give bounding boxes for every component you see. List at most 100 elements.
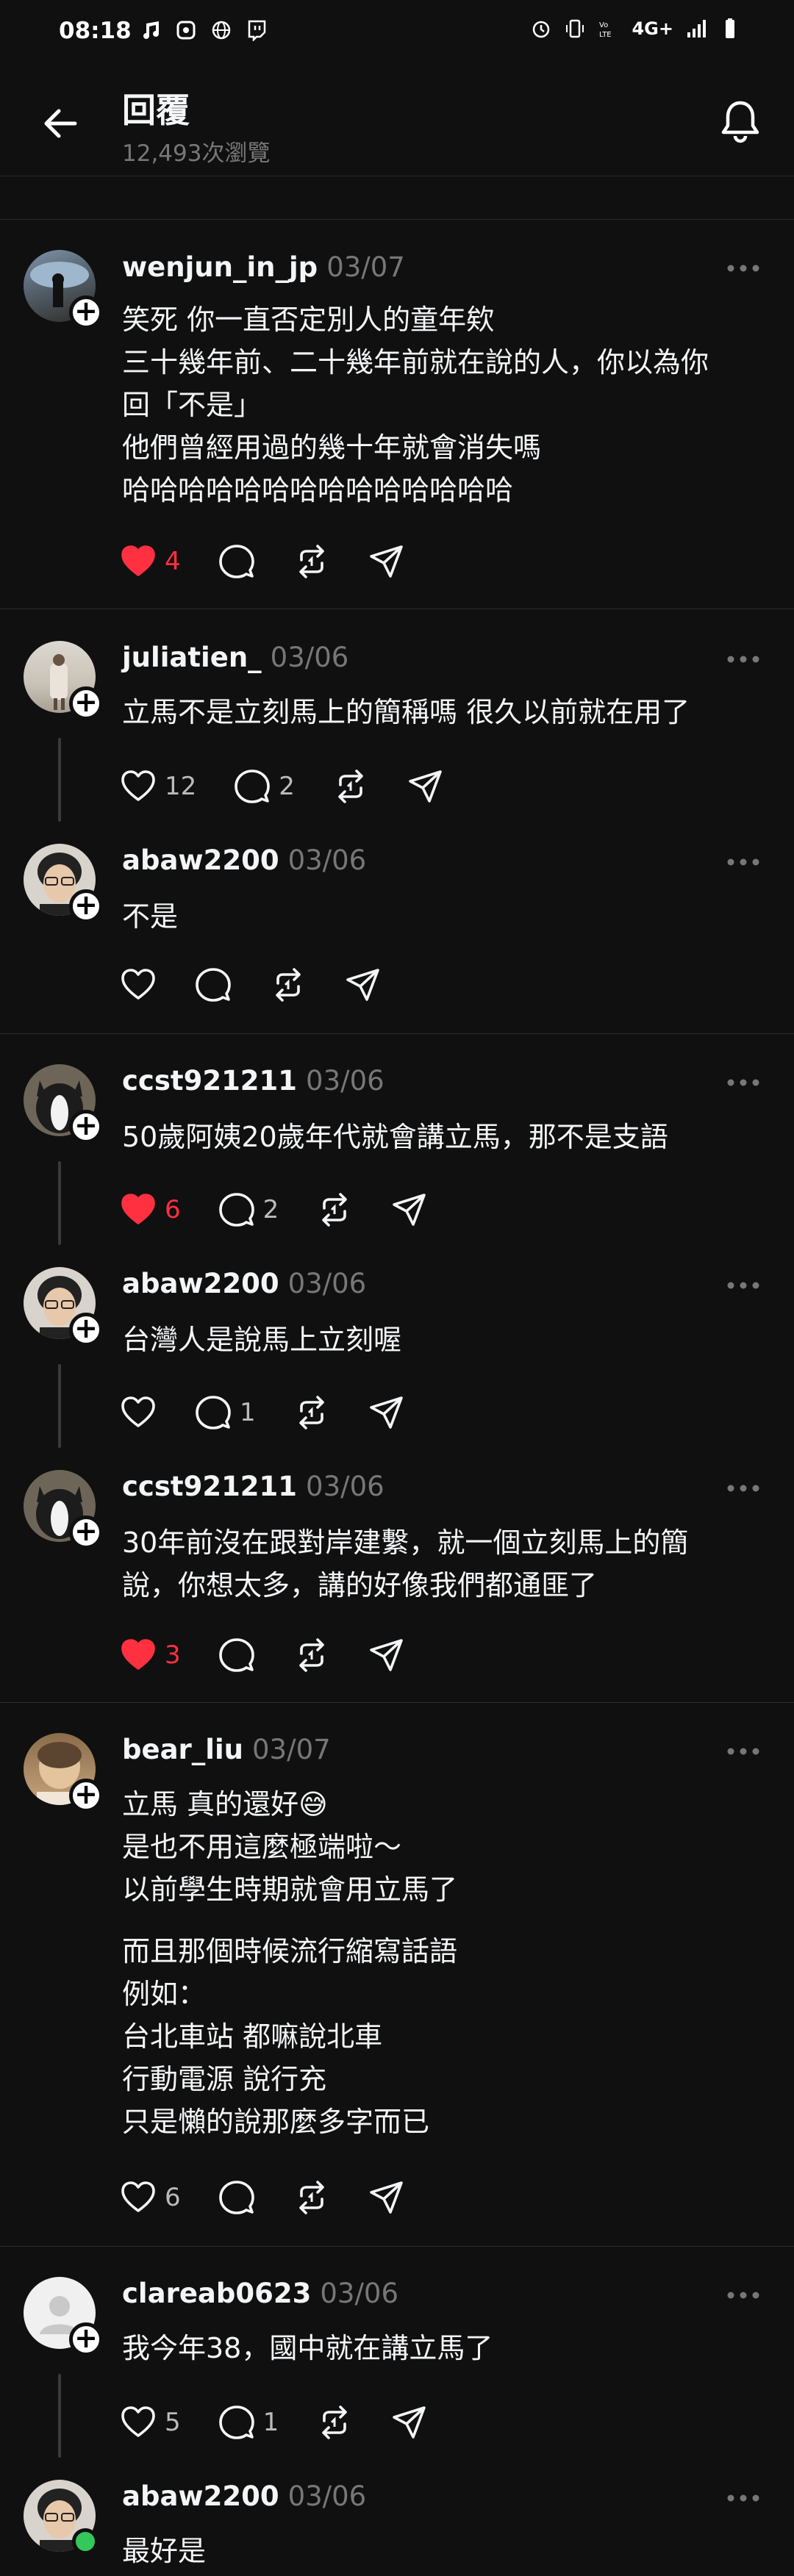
more-options-icon[interactable] [725,2491,762,2505]
more-options-icon[interactable] [725,652,762,667]
like-button[interactable]: 3 [119,1636,181,1674]
share-button[interactable] [368,542,406,581]
post-date: 03/06 [270,642,349,673]
follow-plus-icon[interactable]: + [69,2322,103,2356]
repost-icon [269,966,307,1004]
share-button[interactable] [368,2178,406,2217]
like-count: 4 [165,547,181,576]
more-options-icon[interactable] [725,261,762,276]
repost-button[interactable] [293,542,331,581]
more-options-icon[interactable] [725,1278,762,1293]
follow-plus-icon[interactable]: + [69,1110,103,1144]
repost-button[interactable] [315,2403,354,2442]
post-date: 03/06 [306,1471,385,1502]
share-button[interactable] [368,1393,406,1432]
repost-icon [315,1191,354,1229]
comment-button[interactable]: 1 [194,1393,256,1432]
follow-plus-icon[interactable]: + [69,295,103,329]
follow-plus-icon[interactable]: + [69,686,103,720]
share-button[interactable] [390,1191,429,1229]
post-text: 30年前沒在跟對岸建繫，就一個立刻馬上的簡 說，你想太多，講的好像我們都通匪了 [122,1521,769,1607]
post-author[interactable]: wenjun_in_jp 03/07 [122,251,405,283]
share-icon [368,1636,406,1674]
comment-button[interactable]: 2 [218,1191,279,1229]
post-author[interactable]: juliatien_ 03/06 [122,642,348,673]
post-date: 03/06 [306,1065,385,1097]
text-line: 以前學生時期就會用立馬了 [122,1873,458,1906]
like-button[interactable]: 6 [119,2178,181,2217]
username[interactable]: abaw2200 [122,844,279,876]
twitch-icon [248,20,266,41]
repost-button[interactable] [293,2178,331,2217]
text-line: 哈哈哈哈哈哈哈哈哈哈哈哈哈哈 [122,474,514,506]
post-text: 50歲阿姨20歲年代就會講立馬，那不是支語 [122,1116,769,1158]
back-arrow-icon[interactable] [38,101,82,146]
text-line: 而且那個時候流行縮寫話語 [122,1935,458,1967]
post-author[interactable]: ccst921211 03/06 [122,1471,385,1502]
follow-plus-icon[interactable]: + [69,889,103,923]
text-line: 回「不是」 [122,389,262,421]
more-options-icon[interactable] [725,1744,762,1759]
heart-icon [119,767,157,806]
more-options-icon[interactable] [725,855,762,869]
comment-button[interactable] [194,966,232,1004]
repost-button[interactable] [293,1636,331,1674]
follow-plus-icon[interactable]: + [69,1313,103,1346]
like-button[interactable]: 4 [119,542,181,581]
post-date: 03/06 [287,844,367,876]
text-line: 台北車站 都嘛說北車 [122,2020,383,2053]
more-options-icon[interactable] [725,1075,762,1090]
bell-icon[interactable] [716,97,765,146]
comment-icon [194,1393,232,1432]
username[interactable]: abaw2200 [122,1268,279,1299]
follow-plus-icon[interactable]: + [69,1779,103,1812]
repost-button[interactable] [315,1191,354,1229]
share-button[interactable] [390,2403,429,2442]
post-author[interactable]: bear_liu 03/07 [122,1734,331,1765]
like-button[interactable]: 5 [119,2403,181,2442]
repost-button[interactable] [293,1393,331,1432]
like-button[interactable]: 12 [119,767,196,806]
comment-button[interactable]: 2 [233,767,295,806]
text-line: 三十幾年前、二十幾年前就在說的人，你以為你 [122,346,709,378]
post-author[interactable]: abaw2200 03/06 [122,2480,366,2512]
post-text: 立馬不是立刻馬上的簡稱嗎 很久以前就在用了 [122,691,769,733]
username[interactable]: bear_liu [122,1734,243,1765]
like-count: 3 [165,1640,181,1670]
repost-button[interactable] [332,767,370,806]
post-author[interactable]: clareab0623 03/06 [122,2278,398,2309]
share-icon [368,542,406,581]
text-line: 笑死 你一直否定別人的童年欸 [122,304,495,336]
share-icon [390,2403,429,2442]
post-text: 立馬 真的還好😅 是也不用這麼極端啦～ 以前學生時期就會用立馬了 而且那個時候流… [122,1783,769,2143]
like-button[interactable] [119,1393,157,1432]
share-button[interactable] [368,1636,406,1674]
post-author[interactable]: abaw2200 03/06 [122,1268,366,1299]
share-button[interactable] [407,767,445,806]
divider [0,2246,794,2247]
post-author[interactable]: ccst921211 03/06 [122,1065,385,1097]
comment-button[interactable] [218,1636,256,1674]
thread-line [58,738,61,822]
more-options-icon[interactable] [725,1481,762,1496]
comment-button[interactable]: 1 [218,2403,279,2442]
heart-filled-icon [119,542,157,581]
like-button[interactable]: 6 [119,1191,181,1229]
follow-plus-icon[interactable]: + [69,1515,103,1549]
username[interactable]: abaw2200 [122,2480,279,2512]
like-count: 12 [165,772,197,801]
repost-button[interactable] [269,966,307,1004]
username[interactable]: ccst921211 [122,1471,297,1502]
vibrate-icon [566,19,584,38]
comment-button[interactable] [218,542,256,581]
more-options-icon[interactable] [725,2288,762,2303]
post-author[interactable]: abaw2200 03/06 [122,844,366,876]
username[interactable]: clareab0623 [122,2278,311,2309]
text-line: 行動電源 說行充 [122,2063,327,2095]
like-button[interactable] [119,966,157,1004]
username[interactable]: ccst921211 [122,1065,297,1097]
username[interactable]: juliatien_ [122,642,262,673]
comment-button[interactable] [218,2178,256,2217]
share-button[interactable] [344,966,382,1004]
username[interactable]: wenjun_in_jp [122,251,318,283]
